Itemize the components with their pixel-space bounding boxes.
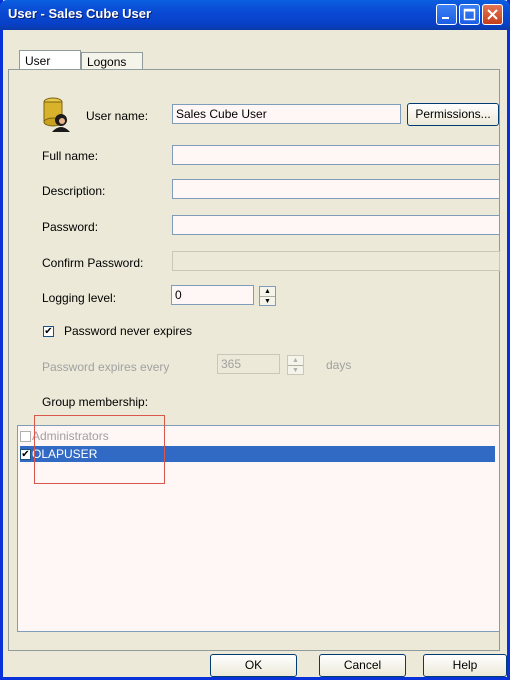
ok-button[interactable]: OK [210, 654, 297, 677]
close-button[interactable] [482, 4, 503, 25]
password-never-expires-checkbox[interactable]: ✔ [43, 326, 54, 337]
description-field[interactable] [172, 179, 500, 199]
tab-logons-label: Logons [87, 55, 127, 69]
logging-level-spinner[interactable]: ▲ ▼ [259, 286, 276, 306]
help-button[interactable]: Help [423, 654, 507, 677]
user-name-field[interactable]: Sales Cube User [172, 104, 401, 124]
checkmark-icon: ✔ [21, 449, 30, 461]
close-icon [487, 9, 498, 20]
maximize-button[interactable] [459, 4, 480, 25]
user-name-label: User name: [86, 109, 149, 123]
password-expires-spinner: ▲ ▼ [287, 355, 304, 375]
tab-user-label: User [25, 54, 51, 68]
password-label: Password: [42, 220, 99, 234]
spin-down-icon: ▼ [292, 367, 299, 374]
olapuser-checkbox[interactable]: ✔ [20, 449, 31, 461]
window-title: User - Sales Cube User [8, 6, 152, 21]
minimize-button[interactable] [436, 4, 457, 25]
spin-up-icon: ▲ [288, 356, 303, 366]
user-icon [43, 97, 70, 132]
annotation-highlight-box [34, 415, 165, 484]
title-bar[interactable]: User - Sales Cube User [0, 0, 510, 30]
permissions-button[interactable]: Permissions... [407, 103, 499, 126]
password-field[interactable] [172, 215, 500, 235]
full-name-label: Full name: [42, 149, 99, 163]
tab-logons[interactable]: Logons [81, 52, 143, 70]
confirm-password-label: Confirm Password: [42, 256, 144, 270]
checkmark-icon: ✔ [44, 326, 53, 337]
maximize-icon [463, 8, 476, 21]
group-membership-label: Group membership: [42, 395, 149, 409]
password-expires-every-label: Password expires every [42, 360, 170, 374]
minimize-icon [442, 17, 449, 19]
administrators-checkbox[interactable] [20, 431, 31, 443]
spin-down-icon[interactable]: ▼ [260, 297, 275, 306]
password-expires-days-field: 365 [217, 354, 280, 374]
spin-up-icon[interactable]: ▲ [260, 287, 275, 297]
confirm-password-field [172, 251, 500, 271]
tab-user[interactable]: User [19, 50, 81, 70]
days-label: days [326, 358, 352, 372]
cancel-button[interactable]: Cancel [319, 654, 406, 677]
description-label: Description: [42, 184, 106, 198]
logging-level-field[interactable]: 0 [171, 285, 254, 305]
password-never-expires-label: Password never expires [64, 324, 193, 338]
full-name-field[interactable] [172, 145, 500, 165]
logging-level-label: Logging level: [42, 291, 117, 305]
